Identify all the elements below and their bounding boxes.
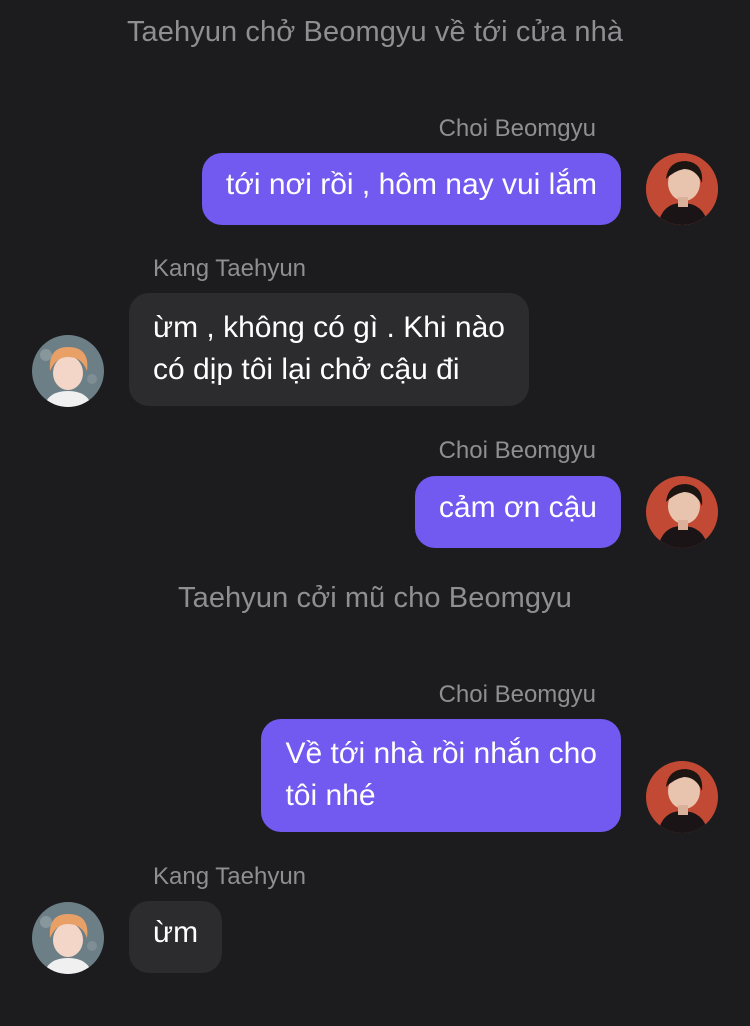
message-text: có dịp tôi lại chở cậu đi (153, 353, 460, 386)
sender-name: Choi Beomgyu (438, 437, 596, 464)
message-bubble-outgoing[interactable]: cảm ơn cậu (414, 476, 621, 548)
avatar-beomgyu-icon[interactable] (646, 761, 718, 833)
narration-text: Taehyun chở Beomgyu về tới cửa nhà (126, 16, 624, 48)
message-text: cảm ơn cậu (438, 491, 597, 524)
message-text: tôi nhé (285, 779, 376, 812)
avatar-taehyun-icon[interactable] (32, 335, 104, 407)
message-text: ừm , không có gì . Khi nào (153, 311, 505, 344)
message-bubble-outgoing[interactable]: tới nơi rồi , hôm nay vui lắm (201, 153, 621, 225)
avatar-beomgyu-icon[interactable] (646, 153, 718, 225)
message-text: ừm (153, 916, 199, 949)
message-bubble-outgoing[interactable]: Về tới nhà rồi nhắn cho tôi nhé (261, 719, 621, 832)
sender-name: Kang Taehyun (153, 255, 307, 282)
avatar-beomgyu-icon[interactable] (646, 476, 718, 548)
message-text: Về tới nhà rồi nhắn cho (285, 737, 597, 770)
sender-name: Choi Beomgyu (438, 115, 596, 142)
narration-text: Taehyun cởi mũ cho Beomgyu (178, 582, 572, 614)
sender-name: Kang Taehyun (153, 863, 307, 890)
avatar-taehyun-icon[interactable] (32, 902, 104, 974)
message-bubble-incoming[interactable]: ừm (129, 901, 223, 973)
message-bubble-incoming[interactable]: ừm , không có gì . Khi nào có dịp tôi lạ… (129, 293, 529, 406)
message-text: tới nơi rồi , hôm nay vui lắm (225, 168, 597, 201)
sender-name: Choi Beomgyu (438, 681, 596, 708)
